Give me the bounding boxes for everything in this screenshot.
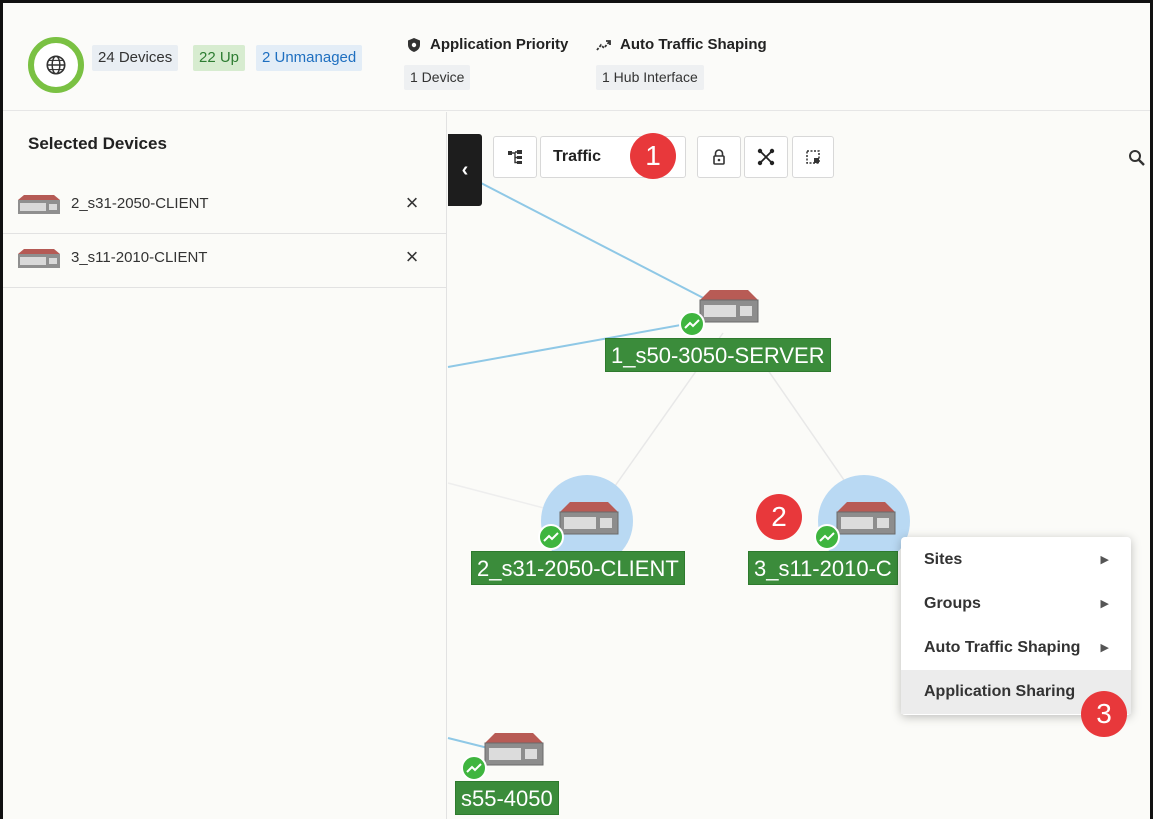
collapse-panel-button[interactable]: ‹ [448,134,482,206]
menu-item-sites[interactable]: Sites ▶ [901,538,1131,582]
step-callout: 2 [756,494,802,540]
node-label[interactable]: 3_s11-2010-C [748,551,898,585]
link-line [480,182,714,304]
menu-item-groups[interactable]: Groups ▶ [901,582,1131,626]
lock-icon [713,149,725,165]
link-line [762,362,854,494]
step-callout: 1 [630,133,676,179]
network-layout-icon [757,148,775,166]
node-label[interactable]: 2_s31-2050-CLIENT [471,551,685,585]
status-up-icon [679,311,705,337]
step-callout: 3 [1081,691,1127,737]
router-device-icon[interactable] [556,498,620,538]
router-device-icon[interactable] [833,498,897,538]
network-layout-button[interactable] [744,136,788,178]
chevron-right-icon: ▶ [1100,642,1109,654]
node-context-menu: Sites ▶ Groups ▶ Auto Traffic Shaping ▶ … [901,537,1131,715]
router-device-icon[interactable] [481,729,545,769]
search-icon[interactable] [1125,146,1149,170]
node-label[interactable]: 1_s50-3050-SERVER [605,338,831,372]
lock-button[interactable] [697,136,741,178]
hierarchy-button[interactable] [493,136,537,178]
menu-item-auto-traffic-shaping[interactable]: Auto Traffic Shaping ▶ [901,626,1131,670]
router-device-icon[interactable] [696,286,760,326]
menu-item-label: Groups [924,595,981,612]
select-area-button[interactable] [792,136,834,178]
menu-item-label: Auto Traffic Shaping [924,639,1081,656]
status-up-icon [814,524,840,550]
chevron-right-icon: ▶ [1100,554,1109,566]
hierarchy-icon [508,150,522,164]
menu-item-label: Application Sharing [924,683,1076,700]
select-area-icon [806,150,820,164]
status-up-icon [461,755,487,781]
chevron-right-icon: ▶ [1100,598,1109,610]
menu-item-label: Sites [924,551,963,568]
status-up-icon [538,524,564,550]
app-window: 24 Devices 22 Up 2 Unmanaged Application… [0,0,1153,819]
node-label[interactable]: s55-4050 [455,781,559,815]
